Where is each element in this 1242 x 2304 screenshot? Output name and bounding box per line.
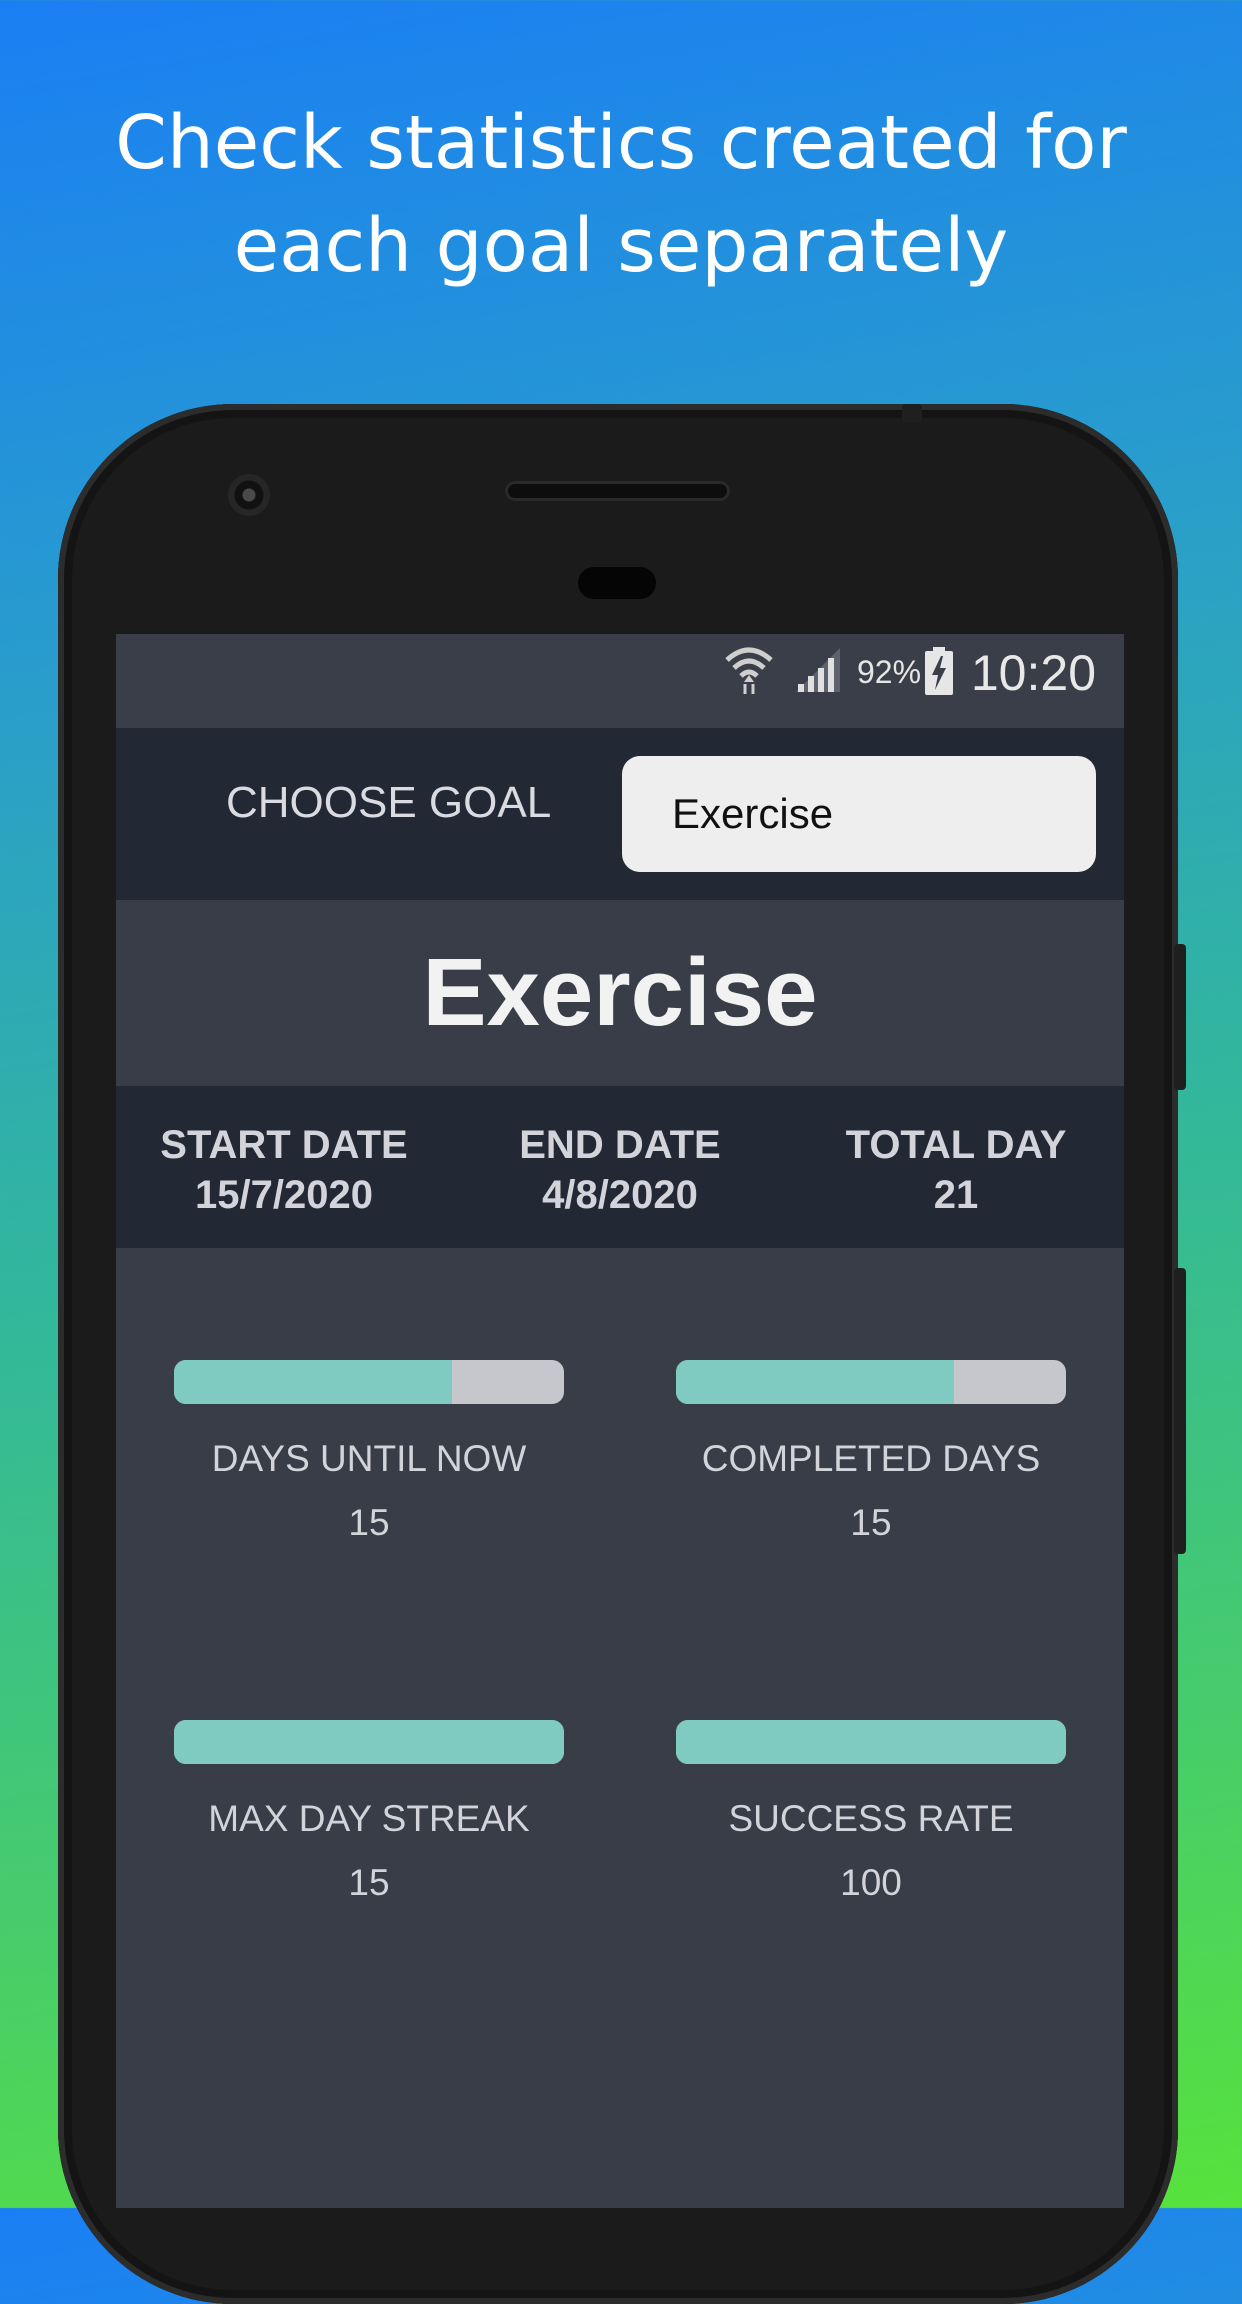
stat-days-until-now: DAYS UNTIL NOW 15 — [174, 1360, 564, 1544]
stat-value: 15 — [348, 1862, 390, 1903]
end-date-label: END DATE — [519, 1123, 721, 1167]
phone-screen: 92% 10:20 CHOOSE GOAL Exercise Exercise … — [116, 634, 1124, 2208]
progress-bar — [676, 1360, 1066, 1404]
start-date-label: START DATE — [160, 1123, 408, 1167]
top-button — [902, 404, 922, 422]
status-time: 10:20 — [970, 645, 1096, 701]
end-date-value: 4/8/2020 — [542, 1173, 698, 1217]
goal-dropdown[interactable]: Exercise — [622, 756, 1096, 872]
stat-label: DAYS UNTIL NOW — [211, 1438, 527, 1479]
stat-label: COMPLETED DAYS — [701, 1438, 1041, 1479]
battery-charging-icon — [925, 647, 953, 695]
front-camera-icon — [228, 474, 270, 516]
start-date-value: 15/7/2020 — [195, 1173, 373, 1217]
power-button — [1174, 1268, 1186, 1554]
choose-goal-label: CHOOSE GOAL — [226, 778, 552, 827]
progress-bar — [174, 1720, 564, 1764]
total-day-value: 21 — [933, 1173, 979, 1217]
start-date: START DATE 15/7/2020 — [116, 1120, 452, 1220]
stat-success-rate: SUCCESS RATE 100 — [676, 1720, 1066, 1904]
stat-label: MAX DAY STREAK — [208, 1798, 530, 1839]
progress-fill — [174, 1720, 564, 1764]
signal-icon — [796, 648, 840, 692]
date-summary: START DATE 15/7/2020 END DATE 4/8/2020 T… — [116, 1086, 1124, 1248]
stat-completed-days: COMPLETED DAYS 15 — [676, 1360, 1066, 1544]
progress-bar — [676, 1720, 1066, 1764]
stat-value: 15 — [850, 1502, 892, 1543]
stat-value: 100 — [840, 1862, 902, 1903]
volume-button — [1174, 944, 1186, 1090]
earpiece-speaker — [505, 481, 730, 501]
progress-bar — [174, 1360, 564, 1404]
headline-line-1: Check statistics created for — [115, 100, 1127, 186]
stat-value: 15 — [348, 1502, 390, 1543]
stat-label: SUCCESS RATE — [728, 1798, 1014, 1839]
end-date: END DATE 4/8/2020 — [452, 1120, 788, 1220]
goal-selector-bar: CHOOSE GOAL Exercise — [116, 728, 1124, 900]
stat-max-day-streak: MAX DAY STREAK 15 — [174, 1720, 564, 1904]
progress-fill — [676, 1360, 955, 1404]
status-bar: 92% 10:20 — [116, 634, 1124, 728]
proximity-sensor — [578, 567, 656, 599]
wifi-icon — [725, 647, 773, 694]
headline-line-2: each goal separately — [233, 203, 1009, 289]
battery-percent: 92% — [857, 654, 922, 690]
progress-fill — [676, 1720, 1066, 1764]
progress-fill — [174, 1360, 453, 1404]
total-day: TOTAL DAY 21 — [788, 1120, 1124, 1220]
goal-title: Exercise — [422, 939, 818, 1046]
total-day-label: TOTAL DAY — [845, 1123, 1067, 1167]
promo-headline: Check statistics created for each goal s… — [0, 92, 1242, 298]
